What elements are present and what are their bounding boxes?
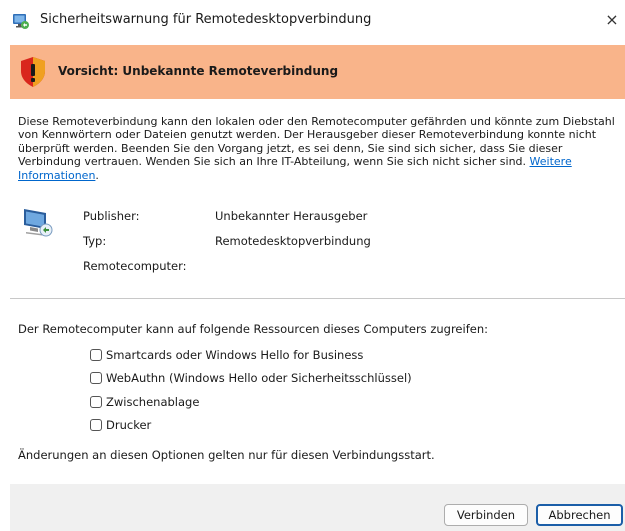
remote-desktop-app-icon <box>12 12 30 30</box>
title-bar: Sicherheitswarnung für Remotedesktopverb… <box>0 0 625 42</box>
remote-computer-icon <box>20 205 56 239</box>
resources-heading: Der Remotecomputer kann auf folgende Res… <box>18 322 488 336</box>
option-webauthn[interactable]: WebAuthn (Windows Hello oder Sicherheits… <box>90 370 412 386</box>
option-printer[interactable]: Drucker <box>90 417 151 433</box>
webauthn-checkbox[interactable] <box>90 372 102 384</box>
close-button[interactable]: × <box>600 6 624 34</box>
link-suffix: . <box>95 168 99 182</box>
section-divider <box>10 298 625 299</box>
options-note: Änderungen an diesen Optionen gelten nur… <box>18 448 435 462</box>
option-smartcards[interactable]: Smartcards oder Windows Hello for Busine… <box>90 347 363 363</box>
publisher-value: Unbekannter Herausgeber <box>215 209 368 223</box>
type-value: Remotedesktopverbindung <box>215 234 371 248</box>
shield-warning-icon <box>19 56 47 88</box>
security-warning-dialog: Sicherheitswarnung für Remotedesktopverb… <box>0 0 625 531</box>
clipboard-checkbox[interactable] <box>90 396 102 408</box>
button-bar <box>10 484 625 531</box>
type-label: Typ: <box>83 234 107 248</box>
smartcards-label: Smartcards oder Windows Hello for Busine… <box>106 348 364 362</box>
clipboard-label: Zwischenablage <box>106 395 200 409</box>
description-text: Diese Remoteverbindung kann den lokalen … <box>18 115 615 169</box>
connect-button[interactable]: Verbinden <box>444 504 528 526</box>
remote-computer-label: Remotecomputer: <box>83 259 187 273</box>
printer-checkbox[interactable] <box>90 419 102 431</box>
smartcards-checkbox[interactable] <box>90 349 102 361</box>
warning-description: Diese Remoteverbindung kann den lokalen … <box>18 115 618 182</box>
warning-banner: Vorsicht: Unbekannte Remoteverbindung <box>10 45 625 99</box>
webauthn-label: WebAuthn (Windows Hello oder Sicherheits… <box>106 371 412 385</box>
option-clipboard[interactable]: Zwischenablage <box>90 394 199 410</box>
printer-label: Drucker <box>106 418 152 432</box>
cancel-button[interactable]: Abbrechen <box>536 504 623 526</box>
warning-heading: Vorsicht: Unbekannte Remoteverbindung <box>58 64 339 78</box>
publisher-label: Publisher: <box>83 209 140 223</box>
window-title: Sicherheitswarnung für Remotedesktopverb… <box>40 12 372 27</box>
